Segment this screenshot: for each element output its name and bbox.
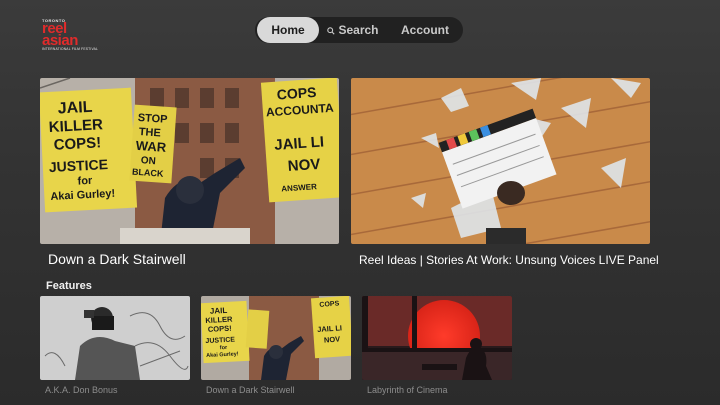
top-nav: Home Search Account [255,17,463,43]
sign-text-cops-right: COPS [276,84,317,103]
don-bonus-image [40,296,190,380]
logo-subtitle: INTERNATIONAL FILM FESTIVAL [42,47,99,51]
tab-account[interactable]: Account [397,17,453,43]
feature-card-labyrinth-of-cinema[interactable] [362,296,512,380]
thumb-sign-cops: COPS! [208,324,232,334]
sign-text-justice: JUSTICE [48,156,108,175]
feature-caption-1: A.K.A. Don Bonus [45,385,118,395]
featured-card-down-a-dark-stairwell[interactable]: JAIL KILLER COPS! JUSTICE for Akai Gurle… [40,78,339,244]
sign-text-killer: KILLER [48,116,103,136]
sign-text-stop: STOP [137,112,168,126]
thumb-sign-for: for [220,345,228,351]
featured-title-1: Down a Dark Stairwell [48,251,186,267]
sign-text-for: for [77,175,93,188]
features-heading: Features [46,280,92,292]
logo-wordmark: reel asian [42,20,78,49]
search-icon [327,27,336,35]
labyrinth-image [362,296,512,380]
sign-text-nov: NOV [287,156,321,175]
featured-title-2: Reel Ideas | Stories At Work: Unsung Voi… [359,253,659,267]
sign-text-cops: COPS! [53,134,101,153]
featured-card-reel-ideas[interactable] [351,78,650,244]
clapperboard-image [351,78,650,244]
sign-text-jail: JAIL [57,99,93,118]
tab-home[interactable]: Home [257,17,319,43]
feature-caption-3: Labyrinth of Cinema [367,385,448,395]
protest-image: JAIL KILLER COPS! JUSTICE for Akai Gurle… [40,78,339,244]
sign-text-war: WAR [135,138,167,155]
feature-caption-2: Down a Dark Stairwell [206,385,295,395]
festival-logo: TORONTO reel asian INTERNATIONAL FILM FE… [42,19,104,52]
thumb-sign-cops-right: COPS [319,300,340,308]
sign-text-on: ON [140,155,156,167]
feature-card-down-a-dark-stairwell[interactable]: JAIL KILLER COPS! JUSTICE for Akai Gurle… [201,296,351,380]
thumb-sign-nov: NOV [324,334,341,344]
tab-search[interactable]: Search [327,17,379,43]
thumb-sign-jail-li: JAIL LI [317,323,342,334]
feature-card-aka-don-bonus[interactable] [40,296,190,380]
protest-thumb-image: JAIL KILLER COPS! JUSTICE for Akai Gurle… [201,296,351,380]
tab-search-label: Search [338,23,379,37]
sign-text-jail-li: JAIL LI [274,133,325,153]
